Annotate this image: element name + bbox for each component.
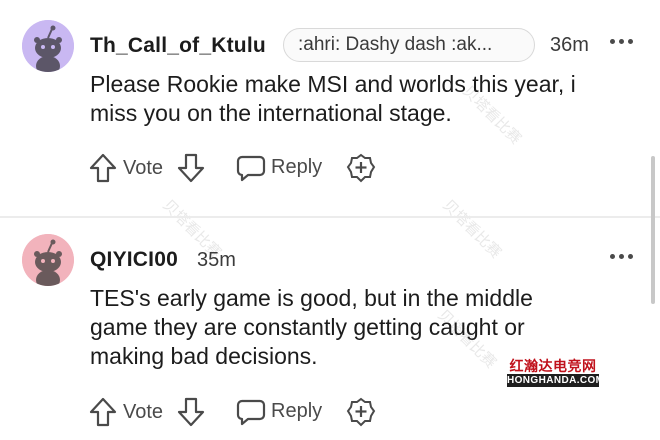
user-avatar[interactable]	[22, 20, 74, 72]
downvote-button[interactable]	[176, 151, 206, 185]
vote-label: Vote	[123, 400, 164, 423]
comment-body-line: miss you on the international stage.	[90, 100, 452, 126]
snoo-avatar-icon	[22, 20, 74, 72]
award-button[interactable]	[346, 395, 376, 429]
comment-body: Please Rookie make MSI and worlds this y…	[90, 70, 630, 128]
scrollbar[interactable]	[651, 156, 655, 304]
more-options-icon[interactable]	[610, 39, 634, 47]
award-plus-icon	[346, 397, 376, 427]
reply-bubble-icon	[236, 399, 266, 426]
comment-body-line: Please Rookie make MSI and worlds this y…	[90, 71, 576, 97]
reply-bubble-icon	[236, 155, 266, 182]
vote-label: Vote	[123, 156, 164, 179]
downvote-button[interactable]	[176, 395, 206, 429]
user-flair: :ahri: Dashy dash :ak...	[283, 28, 535, 62]
username[interactable]: Th_Call_of_Ktulu	[90, 34, 266, 58]
site-watermark-logo: 红瀚达电竞网 HONGHANDA.COM	[505, 356, 605, 388]
upvote-button[interactable]	[88, 395, 118, 429]
reply-button[interactable]	[236, 395, 266, 429]
reply-button[interactable]	[236, 151, 266, 185]
reply-label[interactable]: Reply	[271, 154, 322, 180]
comment-actions: Vote Reply	[88, 395, 388, 429]
snoo-avatar-icon	[22, 234, 74, 286]
award-button[interactable]	[346, 151, 376, 185]
comment-timestamp: 35m	[197, 249, 236, 271]
downvote-arrow-icon	[177, 397, 205, 427]
upvote-arrow-icon	[89, 153, 117, 183]
comment-timestamp: 36m	[550, 34, 589, 56]
site-watermark-en: HONGHANDA.COM	[507, 374, 605, 387]
site-watermark-cn: 红瀚达电竞网	[509, 359, 597, 375]
comment-actions: Vote Reply	[88, 151, 388, 185]
downvote-arrow-icon	[177, 153, 205, 183]
upvote-button[interactable]	[88, 151, 118, 185]
upvote-arrow-icon	[89, 397, 117, 427]
more-options-icon[interactable]	[610, 254, 634, 262]
award-plus-icon	[346, 153, 376, 183]
comment-body-line: TES's early game is good, but in the mid…	[90, 285, 533, 311]
reply-label[interactable]: Reply	[271, 398, 322, 424]
comment-divider	[0, 216, 660, 218]
comment: Th_Call_of_Ktulu :ahri: Dashy dash :ak..…	[0, 0, 660, 216]
user-avatar[interactable]	[22, 234, 74, 286]
comment-body-line: game they are constantly getting caught …	[90, 314, 525, 340]
username[interactable]: QIYICI00	[90, 248, 178, 272]
